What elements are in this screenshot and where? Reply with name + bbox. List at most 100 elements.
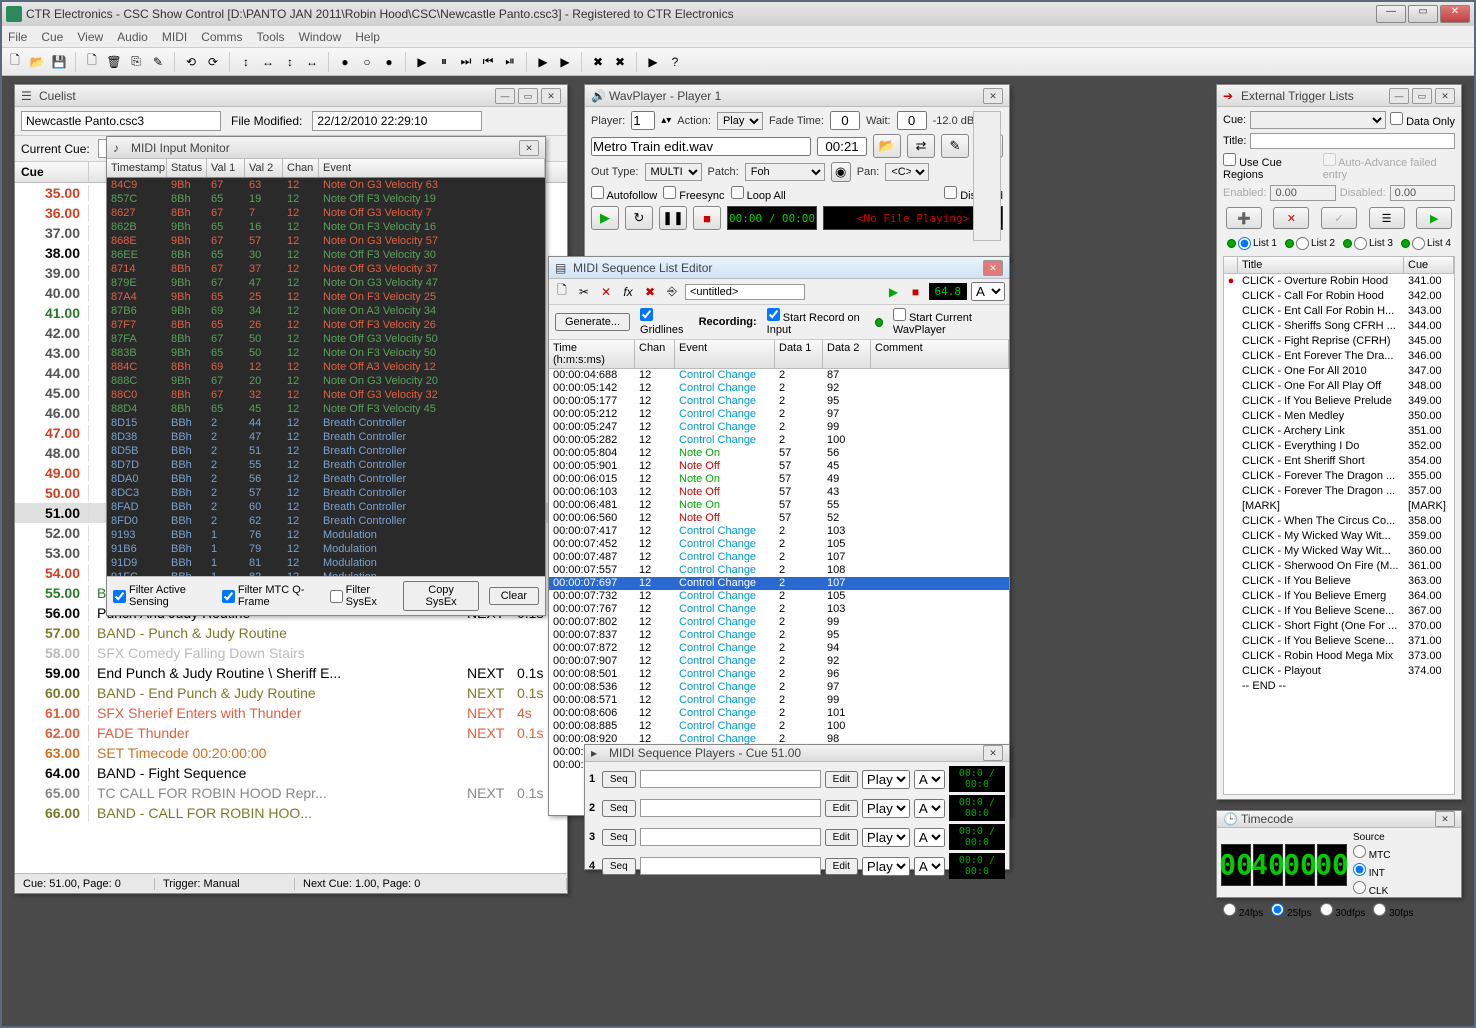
menu-midi[interactable]: MIDI (162, 30, 187, 44)
cancel-icon[interactable]: ✖ (641, 283, 659, 301)
panel-max-button[interactable]: ▭ (1412, 88, 1432, 104)
sequence-row[interactable]: 00:00:08:60612Control Change2101 (549, 707, 1009, 720)
midi-row[interactable]: 868E9Bh675712Note On G3 Velocity 57 (107, 234, 545, 248)
sequence-row[interactable]: 00:00:07:41712Control Change2103 (549, 525, 1009, 538)
ext-row[interactable]: CLICK - If You Believe Emerg364.00 (1224, 589, 1454, 604)
toolbar-button[interactable]: ● (380, 53, 398, 71)
midi-row[interactable]: 88C08Bh673212Note Off G3 Velocity 32 (107, 388, 545, 402)
toolbar-button[interactable]: ▶ (413, 53, 431, 71)
menu-help[interactable]: Help (355, 30, 380, 44)
cue-row[interactable]: 58.00SFX Comedy Falling Down Stairs (15, 643, 567, 663)
ext-row[interactable]: CLICK - Call For Robin Hood342.00 (1224, 289, 1454, 304)
edit-button[interactable]: Edit (825, 771, 858, 788)
toolbar-button[interactable]: ✎ (149, 53, 167, 71)
play-select[interactable]: Play (862, 770, 910, 789)
ext-row[interactable]: CLICK - If You Believe Prelude349.00 (1224, 394, 1454, 409)
ext-row[interactable]: CLICK - Men Medley350.00 (1224, 409, 1454, 424)
ext-row[interactable]: CLICK - Short Fight (One For ...370.00 (1224, 619, 1454, 634)
outtype-select[interactable]: MULTI (645, 163, 702, 181)
toolbar-button[interactable]: ↕ (281, 53, 299, 71)
toolbar-button[interactable]: 💾 (50, 53, 68, 71)
ext-list-button[interactable]: ☰ (1369, 207, 1405, 229)
filter-sysex[interactable]: Filter SysEx (330, 584, 394, 608)
sequence-row[interactable]: 00:00:05:80412Note On5756 (549, 447, 1009, 460)
ext-row[interactable]: CLICK - Forever The Dragon ...357.00 (1224, 484, 1454, 499)
sequence-row[interactable]: 00:00:07:83712Control Change295 (549, 629, 1009, 642)
midi-row[interactable]: 84C99Bh676312Note On G3 Velocity 63 (107, 178, 545, 192)
toolbar-button[interactable]: ⏸ (435, 53, 453, 71)
wait-time[interactable] (897, 111, 927, 130)
menu-cue[interactable]: Cue (41, 30, 63, 44)
menu-comms[interactable]: Comms (201, 30, 242, 44)
midi-row[interactable]: 8D15BBh24412Breath Controller (107, 416, 545, 430)
midi-row[interactable]: 8D7DBBh25512Breath Controller (107, 458, 545, 472)
menu-window[interactable]: Window (299, 30, 342, 44)
tc-fps-radio[interactable]: 24fps (1223, 903, 1263, 919)
tc-mtc[interactable]: MTC (1353, 845, 1390, 861)
a-select[interactable]: A (914, 799, 945, 818)
ext-row[interactable]: CLICK - My Wicked Way Wit...360.00 (1224, 544, 1454, 559)
sequence-row[interactable]: 00:00:08:57112Control Change299 (549, 694, 1009, 707)
mseq-a-select[interactable]: A (971, 282, 1005, 301)
sequence-row[interactable]: 00:00:07:55712Control Change2108 (549, 564, 1009, 577)
sequence-row[interactable]: 00:00:05:28212Control Change2100 (549, 434, 1009, 447)
toolbar-button[interactable]: 🗑 (105, 53, 123, 71)
toolbar-button[interactable]: ↔ (303, 53, 321, 71)
sequence-row[interactable]: 00:00:04:68812Control Change287 (549, 369, 1009, 382)
ext-row[interactable]: CLICK - If You Believe363.00 (1224, 574, 1454, 589)
tc-clk[interactable]: CLK (1353, 881, 1390, 897)
panel-close-button[interactable]: ✕ (541, 88, 561, 104)
ext-row[interactable]: CLICK - Robin Hood Mega Mix373.00 (1224, 649, 1454, 664)
a-select[interactable]: A (914, 828, 945, 847)
cue-row[interactable]: 59.00End Punch & Judy Routine \ Sheriff … (15, 663, 567, 683)
panel-close-button[interactable]: ✕ (1435, 88, 1455, 104)
generate-button[interactable]: Generate... (555, 313, 630, 331)
ext-list-radio[interactable]: List 4 (1401, 237, 1451, 250)
a-select[interactable]: A (914, 770, 945, 789)
panel-min-button[interactable]: — (1389, 88, 1409, 104)
sequence-row[interactable]: 00:00:05:21212Control Change297 (549, 408, 1009, 421)
play-button[interactable]: ▶ (885, 283, 903, 301)
new-icon[interactable]: 🗋 (553, 283, 571, 301)
tc-fps-radio[interactable]: 30fps (1373, 903, 1413, 919)
seq-button[interactable]: Seq (602, 800, 636, 817)
sequence-row[interactable]: 00:00:06:10312Note Off5743 (549, 486, 1009, 499)
tc-int[interactable]: INT (1353, 863, 1390, 879)
filter-active-sensing[interactable]: Filter Active Sensing (113, 584, 212, 608)
toolbar-button[interactable]: ⎘ (127, 53, 145, 71)
fx-icon[interactable]: fx (619, 283, 637, 301)
stop-button[interactable]: ■ (693, 206, 721, 230)
menu-audio[interactable]: Audio (117, 30, 148, 44)
midi-row[interactable]: 88D48Bh654512Note Off F3 Velocity 45 (107, 402, 545, 416)
ext-list-radio[interactable]: List 3 (1343, 237, 1393, 250)
sequence-row[interactable]: 00:00:06:01512Note On5749 (549, 473, 1009, 486)
midi-row[interactable]: 884C8Bh691212Note Off A3 Velocity 12 (107, 360, 545, 374)
ext-row[interactable]: CLICK - If You Believe Scene...367.00 (1224, 604, 1454, 619)
ext-row[interactable]: CLICK - Sheriffs Song CFRH ...344.00 (1224, 319, 1454, 334)
midi-row[interactable]: 8D5BBBh25112Breath Controller (107, 444, 545, 458)
toolbar-button[interactable]: ▶ (644, 53, 662, 71)
sequence-row[interactable]: 00:00:05:17712Control Change295 (549, 395, 1009, 408)
sequence-row[interactable]: 00:00:08:88512Control Change2100 (549, 720, 1009, 733)
seq-input[interactable] (640, 857, 821, 875)
ext-row[interactable]: CLICK - Ent Call For Robin H...343.00 (1224, 304, 1454, 319)
midi-row[interactable]: 879E9Bh674712Note On G3 Velocity 47 (107, 276, 545, 290)
pan-select[interactable]: <C> (885, 163, 929, 181)
ext-row[interactable]: [MARK][MARK] (1224, 499, 1454, 514)
ext-row[interactable]: CLICK - Archery Link351.00 (1224, 424, 1454, 439)
midi-row[interactable]: 8DA0BBh25612Breath Controller (107, 472, 545, 486)
cue-row[interactable]: 57.00 BAND - Punch & Judy Routine (15, 623, 567, 643)
panel-max-button[interactable]: ▭ (518, 88, 538, 104)
ext-delete-button[interactable]: ✕ (1273, 207, 1309, 229)
ext-row[interactable]: CLICK - Fight Reprise (CFRH)345.00 (1224, 334, 1454, 349)
sequence-row[interactable]: 00:00:07:80212Control Change299 (549, 616, 1009, 629)
ext-row[interactable]: ●CLICK - Overture Robin Hood341.00 (1224, 274, 1454, 289)
menu-file[interactable]: File (8, 30, 27, 44)
midi-row[interactable]: 8FADBBh26012Breath Controller (107, 500, 545, 514)
close-button[interactable]: ✕ (1440, 5, 1470, 23)
mseq-filename[interactable] (685, 284, 805, 300)
toolbar-button[interactable]: ✖ (589, 53, 607, 71)
volume-slider[interactable] (973, 111, 1001, 241)
panel-close-button[interactable]: ✕ (983, 745, 1003, 761)
seq-button[interactable]: Seq (602, 829, 636, 846)
